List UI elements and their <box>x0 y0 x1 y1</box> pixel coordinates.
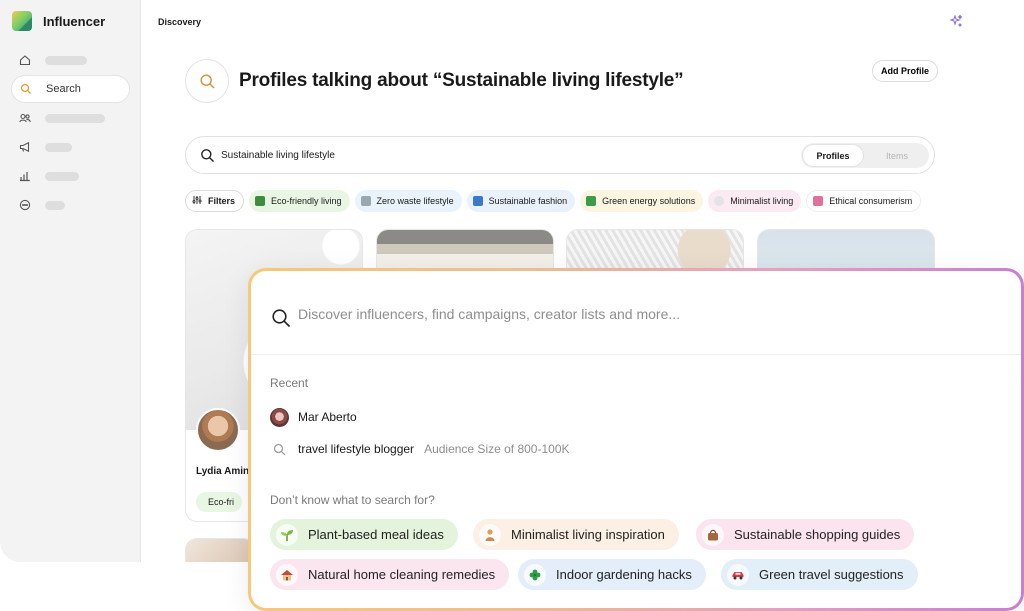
search-overlay-panel: Recent Mar Aberto travel lifestyle blogg… <box>251 271 1021 608</box>
suggestion-plant-based-meal-ideas[interactable]: Plant-based meal ideas <box>270 519 458 550</box>
filters-label: Filters <box>208 196 236 206</box>
suggestion-indoor-gardening-hacks[interactable]: Indoor gardening hacks <box>518 559 706 590</box>
search-icon <box>185 59 229 103</box>
chip-zero-waste-lifestyle[interactable]: Zero waste lifestyle <box>354 190 462 212</box>
chip-eco-friendly-living[interactable]: Eco-friendly living <box>249 190 350 212</box>
profile-tag-label: Eco-fri <box>208 497 235 507</box>
sidebar-item-placeholder <box>45 200 65 210</box>
search-icon <box>271 308 291 328</box>
sidebar: Influencer Search <box>0 0 141 562</box>
sidebar-item-placeholder <box>45 113 105 123</box>
filters-button[interactable]: Filters <box>185 190 245 212</box>
sidebar-item-messages[interactable] <box>11 191 130 219</box>
profiles-items-toggle: Profiles Items <box>801 143 929 168</box>
avatar <box>270 407 289 427</box>
sidebar-nav: Search <box>11 46 130 220</box>
seedling-icon <box>276 523 298 546</box>
bar-chart-icon <box>19 170 31 182</box>
page-title: Profiles talking about “Sustainable livi… <box>239 70 684 91</box>
house-icon <box>276 563 298 586</box>
profile-name: Lydia Amin <box>196 466 250 477</box>
chat-icon <box>19 199 31 211</box>
recent-item-text: travel lifestyle blogger <box>298 442 415 456</box>
suggestion-natural-home-cleaning-remedies[interactable]: Natural home cleaning remedies <box>270 559 510 590</box>
users-icon <box>19 112 31 124</box>
profile-card[interactable] <box>185 538 255 562</box>
suggestion-label: Sustainable shopping guides <box>734 527 901 542</box>
suggestion-label: Indoor gardening hacks <box>556 567 692 582</box>
person-icon <box>479 523 501 546</box>
suggestion-sustainable-shopping-guides[interactable]: Sustainable shopping guides <box>696 519 915 550</box>
chip-label: Eco-friendly living <box>271 196 342 206</box>
sidebar-item-users[interactable] <box>11 104 130 132</box>
sidebar-item-search[interactable]: Search <box>11 75 130 103</box>
search-overlay: Recent Mar Aberto travel lifestyle blogg… <box>248 268 1024 611</box>
discover-search-input[interactable] <box>298 306 898 322</box>
search-icon <box>200 148 215 163</box>
profile-tag: Eco-fri <box>196 492 243 512</box>
chip-label: Ethical consumerism <box>829 196 913 206</box>
sidebar-item-home[interactable] <box>11 46 130 74</box>
app-name: Influencer <box>43 13 106 29</box>
leaf-icon <box>255 196 266 206</box>
chip-ethical-consumerism[interactable]: Ethical consumerism <box>806 190 922 212</box>
app-logo-icon <box>12 11 32 31</box>
home-icon <box>19 54 31 66</box>
recent-heading: Recent <box>270 376 309 390</box>
handbag-icon <box>702 523 724 546</box>
circle-icon <box>714 196 725 206</box>
avatar <box>196 408 240 452</box>
shirt-icon <box>472 196 483 206</box>
sidebar-item-analytics[interactable] <box>11 162 130 190</box>
chip-label: Green energy solutions <box>602 196 696 206</box>
divider <box>251 354 1021 355</box>
sparkle-icon[interactable] <box>949 14 963 28</box>
chip-label: Zero waste lifestyle <box>376 196 454 206</box>
search-icon <box>20 83 32 95</box>
brand[interactable]: Influencer <box>12 11 105 31</box>
sidebar-item-placeholder <box>45 55 87 65</box>
sliders-icon <box>192 195 202 207</box>
recent-item-text: Mar Aberto <box>298 410 357 424</box>
chip-label: Minimalist living <box>730 196 794 206</box>
suggestions-heading: Don’t know what to search for? <box>270 493 435 507</box>
suggestion-label: Plant-based meal ideas <box>308 527 444 542</box>
suggestion-label: Green travel suggestions <box>759 567 904 582</box>
recent-item[interactable]: Mar Aberto <box>270 406 357 428</box>
sidebar-item-placeholder <box>45 142 72 152</box>
suggestion-label: Natural home cleaning remedies <box>308 567 496 582</box>
chip-label: Sustainable fashion <box>488 196 568 206</box>
clover-icon <box>524 563 546 586</box>
car-icon <box>727 563 749 586</box>
suggestion-label: Minimalist living inspiration <box>511 527 665 542</box>
sidebar-item-placeholder <box>45 171 79 181</box>
chip-sustainable-fashion[interactable]: Sustainable fashion <box>466 190 576 212</box>
trash-icon <box>360 196 371 206</box>
search-bar[interactable]: Sustainable living lifestyle Profiles It… <box>185 136 935 174</box>
search-input-value[interactable]: Sustainable living lifestyle <box>221 150 335 161</box>
chip-minimalist-living[interactable]: Minimalist living <box>708 190 802 212</box>
sidebar-item-label: Search <box>46 83 81 95</box>
suggestion-minimalist-living-inspiration[interactable]: Minimalist living inspiration <box>473 519 679 550</box>
sidebar-item-campaigns[interactable] <box>11 133 130 161</box>
toggle-items[interactable]: Items <box>867 145 927 166</box>
recycle-icon <box>586 196 597 206</box>
chip-green-energy-solutions[interactable]: Green energy solutions <box>580 190 704 212</box>
suggestion-green-travel-suggestions[interactable]: Green travel suggestions <box>721 559 918 590</box>
breadcrumb: Discovery <box>158 17 202 27</box>
filter-chips: Filters Eco-friendly living Zero waste l… <box>185 190 930 212</box>
recent-item-subtext: Audience Size of 800-100K <box>424 442 570 456</box>
recent-item[interactable]: travel lifestyle blogger Audience Size o… <box>270 438 570 460</box>
megaphone-icon <box>19 141 31 153</box>
shopping-bag-icon <box>813 196 824 206</box>
add-profile-button[interactable]: Add Profile <box>872 60 939 82</box>
search-icon <box>270 440 289 459</box>
toggle-profiles[interactable]: Profiles <box>803 145 863 166</box>
